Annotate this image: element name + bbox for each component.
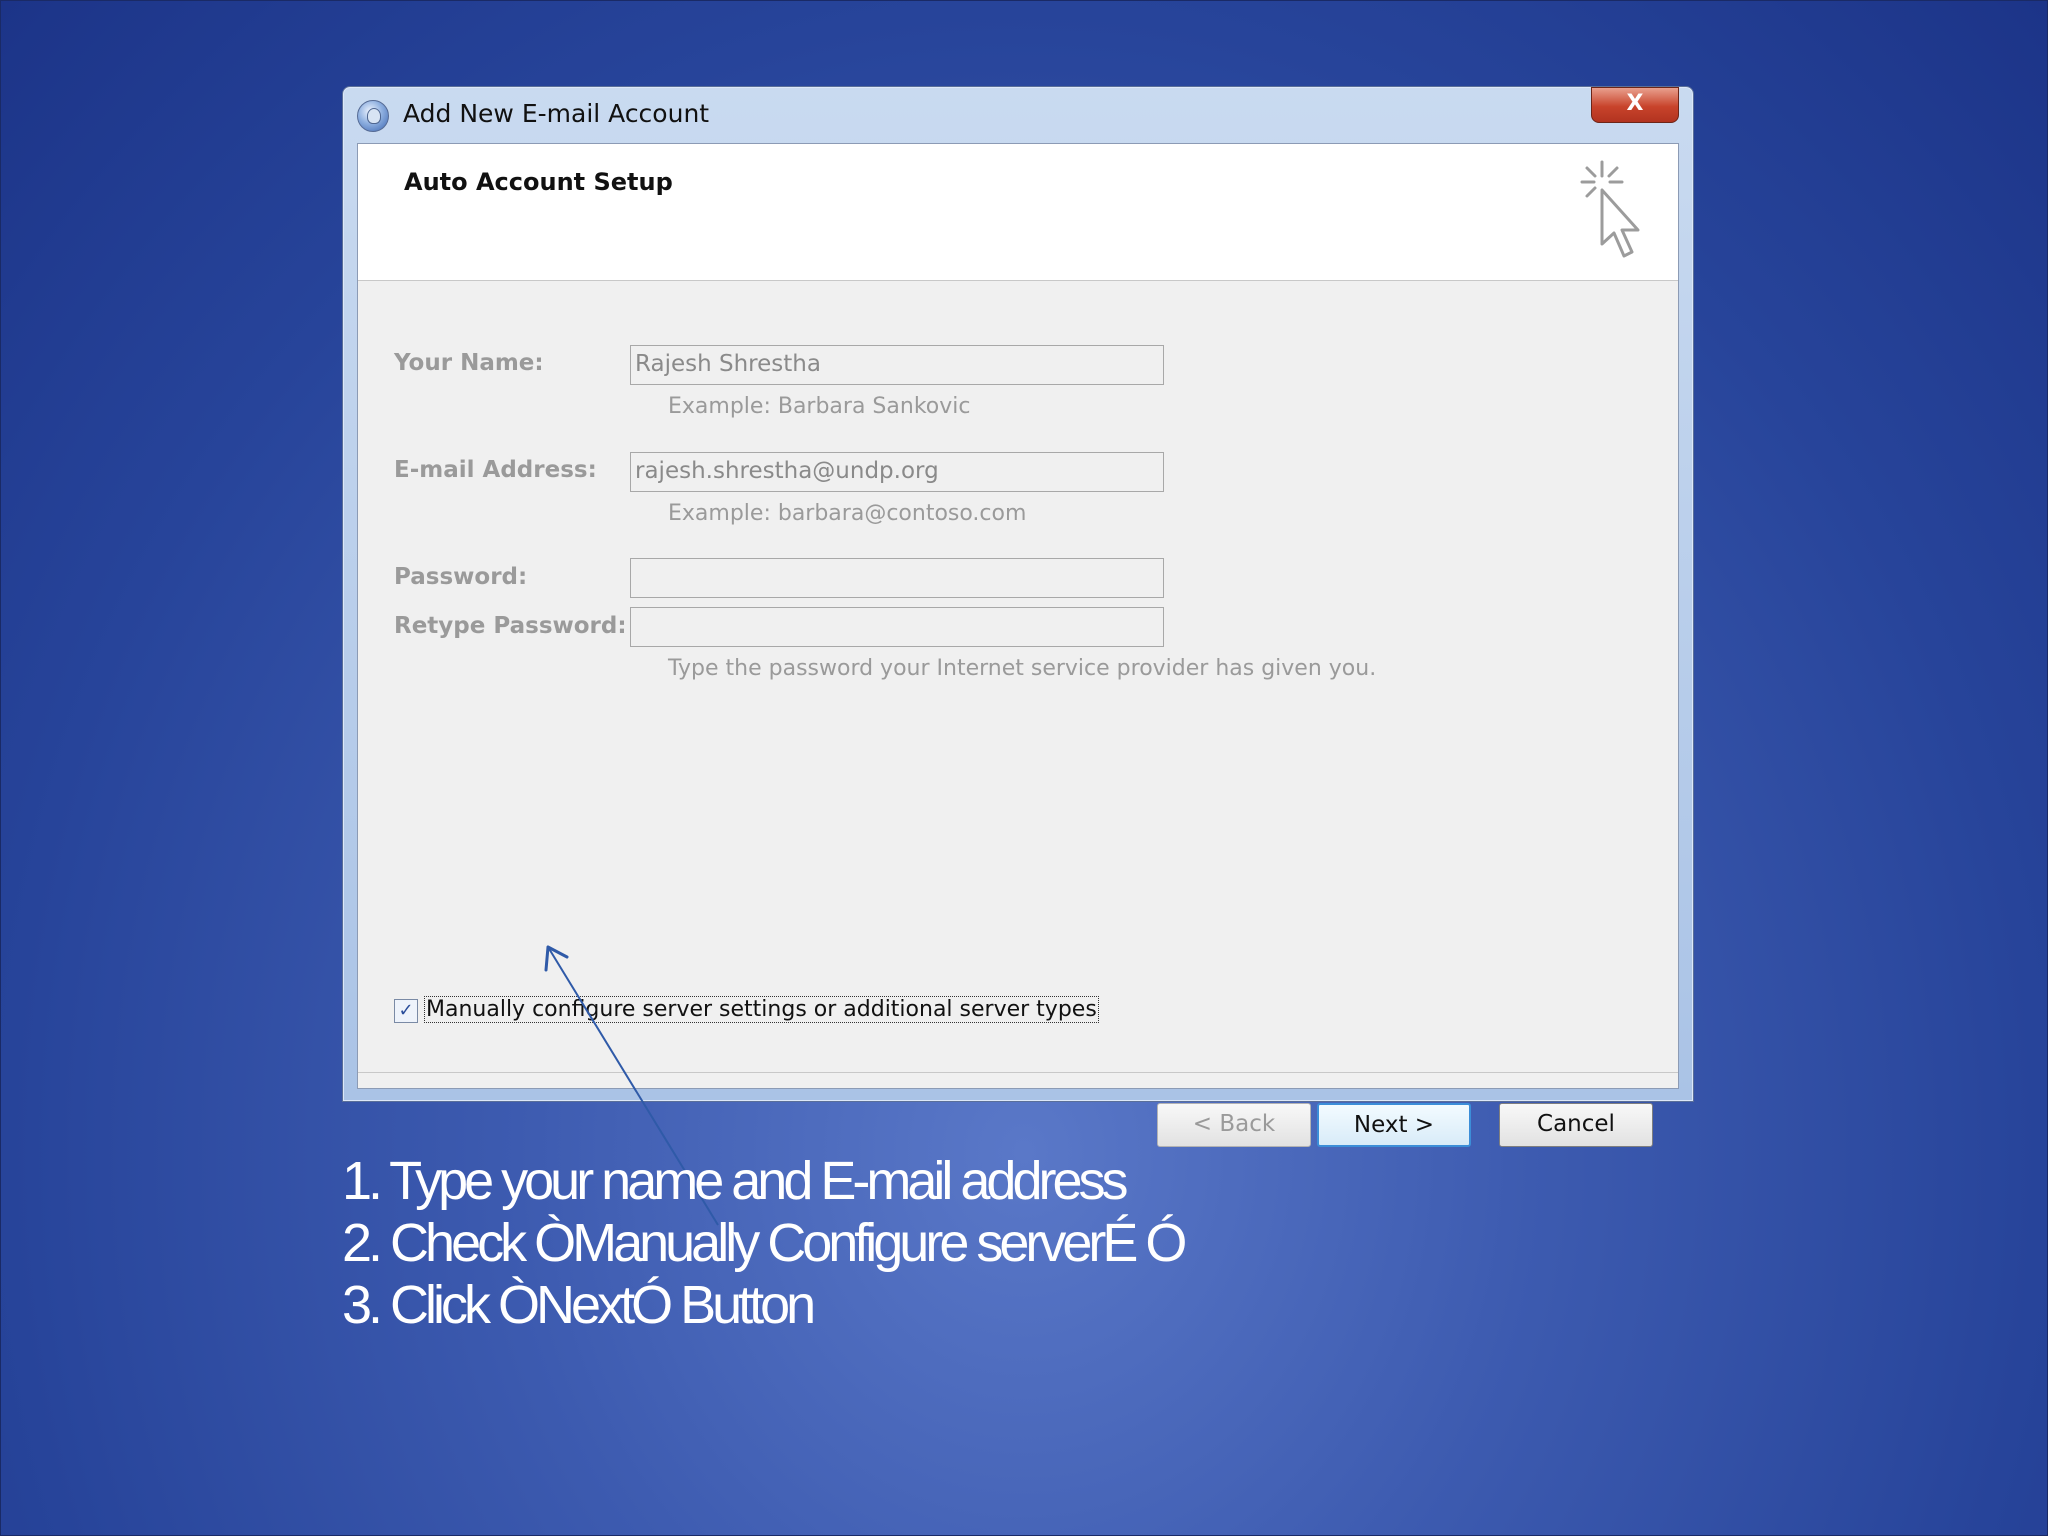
email-address-label: E-mail Address:	[394, 457, 597, 483]
checkmark-icon: ✓	[398, 1000, 414, 1021]
password-hint: Type the password your Internet service …	[668, 656, 1377, 681]
close-button[interactable]: X	[1591, 87, 1679, 123]
your-name-label: Your Name:	[394, 350, 544, 376]
manual-config-label[interactable]: Manually configure server settings or ad…	[424, 996, 1099, 1023]
retype-password-input[interactable]	[630, 607, 1164, 647]
add-email-account-dialog: Add New E-mail Account X Auto Account Se…	[342, 86, 1694, 1147]
wizard-header: Auto Account Setup	[358, 144, 1678, 281]
manual-config-checkbox[interactable]: ✓	[394, 999, 418, 1023]
back-button[interactable]: < Back	[1157, 1103, 1311, 1147]
page-title: Auto Account Setup	[404, 168, 673, 196]
password-input[interactable]	[630, 558, 1164, 598]
your-name-input[interactable]: Rajesh Shrestha	[630, 345, 1164, 385]
next-button[interactable]: Next >	[1317, 1103, 1471, 1147]
button-bar-divider	[358, 1072, 1678, 1073]
email-account-icon	[357, 100, 389, 132]
your-name-hint: Example: Barbara Sankovic	[668, 394, 971, 419]
cancel-button[interactable]: Cancel	[1499, 1103, 1653, 1147]
instruction-step-2: 2. Check ÒManually Configure serverÉ Ó	[342, 1213, 1187, 1273]
window-title: Add New E-mail Account	[403, 99, 710, 128]
title-bar[interactable]: Add New E-mail Account X	[343, 87, 1693, 143]
dialog-content: Auto Account Setup Your Name: Rajesh Shr…	[357, 143, 1679, 1089]
retype-password-label: Retype Password:	[394, 613, 627, 639]
email-address-hint: Example: barbara@contoso.com	[668, 501, 1027, 526]
instruction-step-3: 3. Click ÒNextÓ Button	[342, 1275, 816, 1335]
email-address-input[interactable]: rajesh.shrestha@undp.org	[630, 452, 1164, 492]
wizard-sparkle-cursor-icon	[1580, 160, 1640, 258]
instructions-text: 1. Type your name and E-mail address 2. …	[342, 1150, 1187, 1336]
password-label: Password:	[394, 564, 528, 590]
instruction-step-1: 1. Type your name and E-mail address	[342, 1151, 1129, 1211]
